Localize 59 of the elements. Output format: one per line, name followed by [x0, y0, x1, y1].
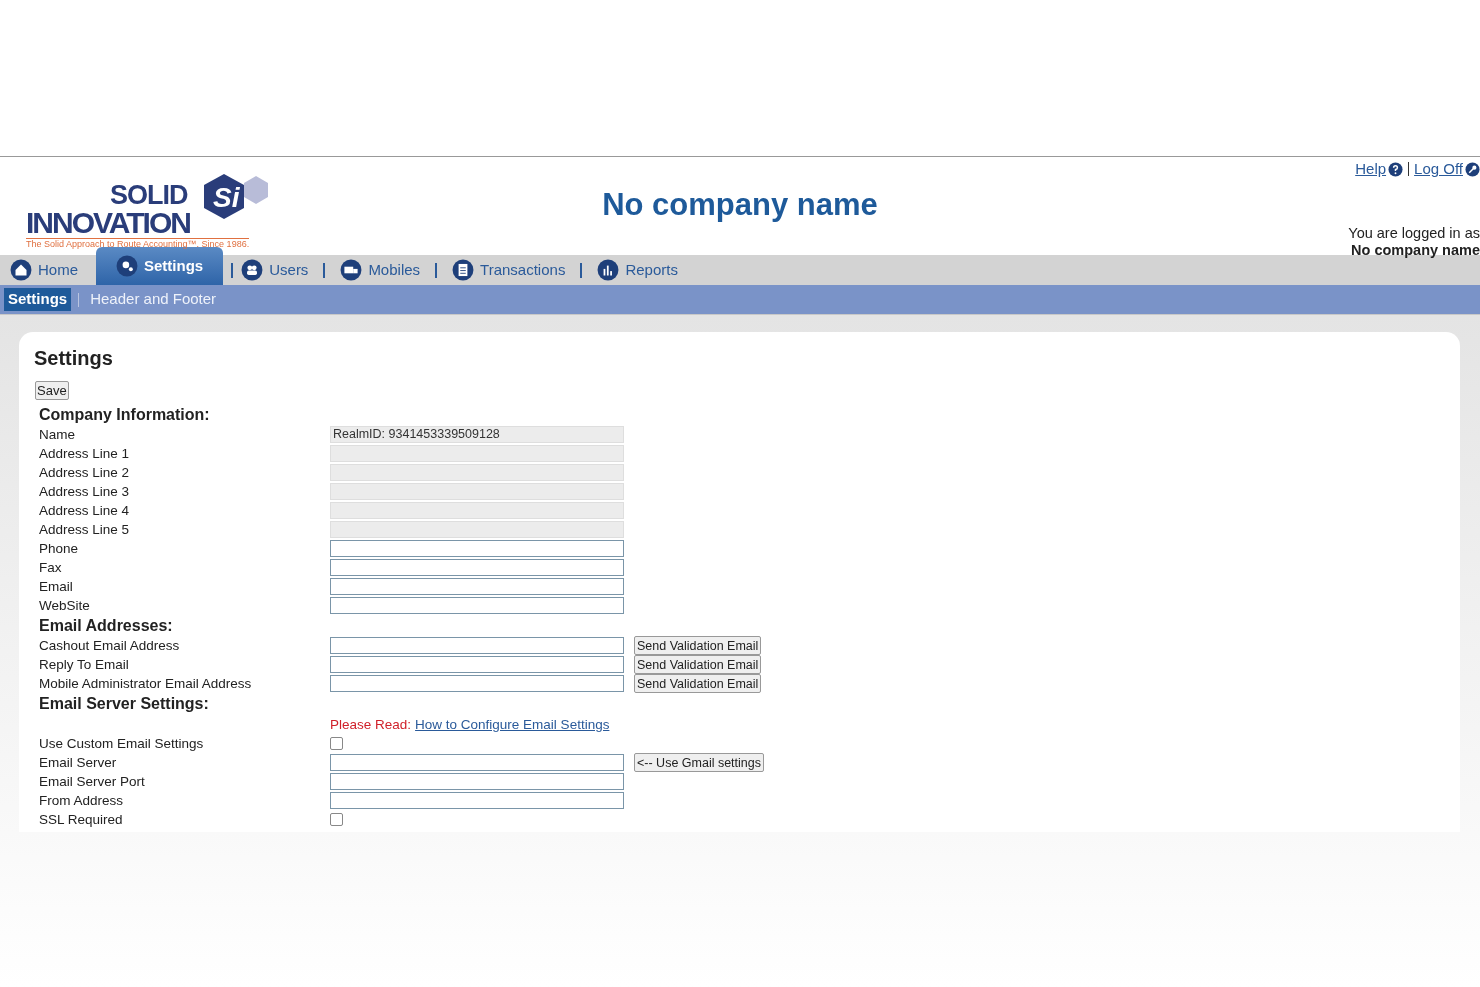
- page-title: Settings: [34, 346, 114, 370]
- help-link[interactable]: Help: [1355, 158, 1404, 181]
- field-label: Address Line 4: [39, 501, 131, 520]
- log-off-link[interactable]: Log Off: [1414, 158, 1480, 181]
- action-button[interactable]: Send Validation Email: [634, 655, 762, 675]
- help-icon: [1388, 161, 1404, 177]
- field-label: Email Server: [39, 753, 118, 772]
- section-heading: Email Addresses:: [39, 615, 174, 636]
- input-field[interactable]: [330, 792, 624, 810]
- login-caption: You are logged in as: [1348, 224, 1480, 242]
- nav-tab[interactable]: Mobiles: [340, 258, 421, 282]
- login-user: No company name: [1351, 241, 1480, 259]
- nav-tab[interactable]: Home: [10, 258, 78, 282]
- input-field[interactable]: [330, 597, 624, 615]
- field-label: Mobile Administrator Email Address: [39, 674, 253, 693]
- action-button[interactable]: <-- Use Gmail settings: [634, 753, 764, 773]
- truck-icon: [340, 259, 363, 281]
- input-field[interactable]: [330, 656, 624, 674]
- field-label: Address Line 3: [39, 482, 131, 501]
- field-label: Fax: [39, 558, 63, 577]
- field-label: Cashout Email Address: [39, 636, 181, 655]
- field-label: Address Line 5: [39, 520, 131, 539]
- house-icon: [10, 259, 32, 281]
- field-label: Email Server Port: [39, 772, 146, 791]
- input-field[interactable]: [330, 675, 624, 693]
- checkbox[interactable]: [330, 813, 343, 827]
- input-field[interactable]: [330, 578, 624, 596]
- input-field[interactable]: [330, 637, 624, 655]
- nav-tab[interactable]: Reports: [597, 258, 678, 282]
- field-label: Name: [39, 425, 76, 444]
- gear-icon: [116, 255, 138, 277]
- nav-tab[interactable]: Transactions: [452, 258, 566, 282]
- input-field[interactable]: [330, 773, 624, 791]
- field-label: Use Custom Email Settings: [39, 734, 205, 753]
- company-title: No company name: [602, 186, 878, 224]
- nav-tab[interactable]: Users: [241, 258, 309, 282]
- section-heading: Company Information:: [39, 404, 211, 425]
- field-label: Address Line 2: [39, 463, 131, 482]
- field-label: Reply To Email: [39, 655, 130, 674]
- action-button[interactable]: Send Validation Email: [634, 636, 762, 656]
- field-label: From Address: [39, 791, 125, 810]
- field-label: SSL Required: [39, 810, 124, 829]
- subnav-tab[interactable]: Settings: [4, 288, 72, 311]
- bar-chart-icon: [597, 259, 620, 281]
- input-field[interactable]: [330, 754, 624, 772]
- document-icon: [452, 259, 475, 281]
- action-button[interactable]: Send Validation Email: [634, 674, 762, 694]
- field-label: WebSite: [39, 596, 91, 615]
- field-label: Address Line 1: [39, 444, 131, 463]
- field-label: Phone: [39, 539, 80, 558]
- save-button[interactable]: Save: [35, 381, 69, 400]
- section-heading: Email Server Settings:: [39, 693, 210, 714]
- note-prefix: Please Read:: [330, 715, 412, 734]
- users-icon: [241, 259, 264, 281]
- input-field[interactable]: [330, 540, 624, 558]
- help-link[interactable]: How to Configure Email Settings: [415, 714, 610, 735]
- field-label: Email: [39, 577, 74, 596]
- input-field[interactable]: [330, 559, 624, 577]
- checkbox[interactable]: [330, 737, 343, 751]
